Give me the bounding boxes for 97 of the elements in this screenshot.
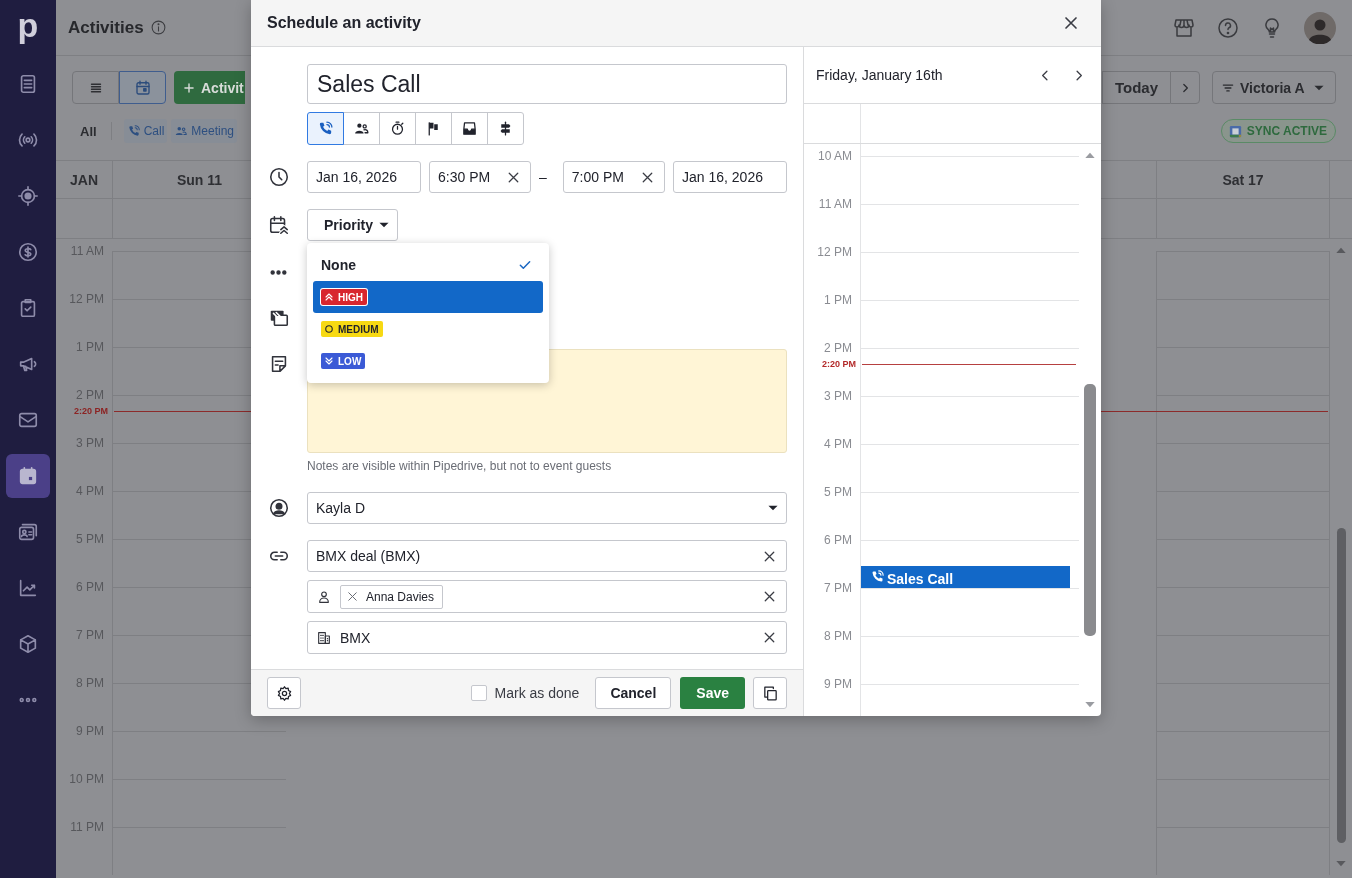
time-label: 1 PM — [824, 292, 852, 308]
time-field[interactable]: 7:00 PM — [562, 161, 665, 193]
day-title: Friday, January 16th — [816, 67, 943, 83]
high-priority-badge: HIGH — [321, 289, 367, 305]
time-label: 9 PM — [824, 676, 852, 692]
time-separator: – — [538, 169, 548, 185]
add-activity-button[interactable]: Activit — [174, 71, 245, 104]
medium-priority-badge: MEDIUM — [321, 321, 383, 337]
caret-icon — [379, 222, 389, 228]
settings-button[interactable] — [267, 677, 301, 709]
dialog-title: Schedule an activity — [267, 14, 421, 32]
scrollbar-thumb[interactable] — [1336, 528, 1346, 843]
time-label: 2 PM — [824, 340, 852, 356]
low-priority-badge: LOW — [321, 353, 366, 369]
list-view-button[interactable] — [72, 71, 119, 104]
phone-icon — [870, 569, 885, 584]
calendar-view-button[interactable] — [119, 71, 166, 104]
stopwatch-icon — [389, 120, 406, 137]
current-time-label: 2:20 PM — [821, 359, 857, 369]
double-chevron-up-icon — [323, 291, 335, 303]
building-icon — [316, 629, 332, 646]
priority-option[interactable]: None — [313, 249, 543, 281]
avatar[interactable] — [1304, 11, 1336, 44]
time-label: 3 PM — [824, 388, 852, 404]
time-label: 11 AM — [818, 196, 852, 212]
date-field[interactable]: Jan 16, 2026 — [673, 161, 787, 193]
time-label: 12 PM — [817, 244, 852, 260]
mark-done-checkbox[interactable] — [470, 685, 487, 701]
time-label: 7 PM — [824, 580, 852, 596]
help-icon[interactable] — [1216, 15, 1240, 40]
calendar-event[interactable]: Sales Call — [861, 566, 1070, 588]
priority-option[interactable]: HIGH — [313, 281, 543, 313]
day-header: Sat 17 — [1156, 161, 1330, 198]
target-icon — [17, 185, 39, 207]
priority-option[interactable]: LOW — [313, 345, 543, 377]
time-label: 6 PM — [824, 532, 852, 548]
duplicate-button[interactable] — [753, 677, 787, 709]
priority-dropdown[interactable]: Priority — [307, 209, 398, 241]
today-button[interactable]: Today — [1102, 71, 1170, 104]
user-filter-button[interactable]: Victoria A — [1212, 71, 1336, 104]
calendar-icon — [17, 465, 39, 487]
month-label: JAN — [69, 170, 99, 190]
activity-type-button[interactable] — [451, 112, 488, 145]
subject-field[interactable]: Sales Call — [307, 64, 787, 104]
remove-icon[interactable] — [345, 589, 360, 604]
notes-hint: Notes are visible within Pipedrive, but not to event guests — [307, 459, 612, 473]
caret-icon — [768, 505, 778, 511]
calendar-icon — [133, 78, 152, 97]
box-icon — [17, 633, 39, 655]
time-label: 5 PM — [824, 484, 852, 500]
scrollbar-thumb[interactable] — [1084, 384, 1096, 636]
circle-icon — [323, 323, 335, 335]
user-icon — [268, 497, 290, 519]
all-filter[interactable]: All — [80, 123, 97, 139]
settings-icon — [275, 684, 293, 702]
inbox-icon — [461, 120, 478, 137]
sync-badge: SYNC ACTIVE — [1220, 119, 1336, 143]
time-label: 4 PM — [824, 436, 852, 452]
caret-icon — [1313, 84, 1324, 91]
time-field[interactable]: 6:30 PM — [429, 161, 532, 193]
person-icon — [316, 588, 332, 605]
person-chip[interactable]: Anna Davies — [340, 584, 444, 609]
organization-field[interactable]: BMX — [307, 621, 787, 654]
copy-icon — [761, 684, 779, 702]
phone-icon — [126, 124, 141, 138]
priority-option[interactable]: MEDIUM — [313, 313, 543, 345]
time-label: 8 PM — [824, 628, 852, 644]
mark-done-label[interactable]: Mark as done — [494, 685, 580, 701]
double-chevron-down-icon — [323, 355, 335, 367]
activity-type-button[interactable] — [487, 112, 524, 145]
people-icon — [174, 124, 189, 138]
more-icon — [270, 269, 287, 275]
sidebar-item[interactable] — [6, 454, 50, 498]
plus-icon — [182, 80, 196, 95]
dollar-icon — [17, 241, 39, 263]
owner-dropdown[interactable]: Kayla D — [307, 492, 787, 524]
info-icon[interactable] — [149, 19, 167, 36]
person-field[interactable]: Anna Davies — [307, 580, 787, 613]
page-title: Activities — [68, 17, 144, 38]
current-time-label: 2:20 PM — [73, 406, 109, 416]
deal-field[interactable]: BMX deal (BMX) — [307, 540, 787, 572]
chart-icon — [17, 577, 39, 599]
calendar-priority-icon — [268, 214, 290, 236]
more-icon — [19, 697, 37, 703]
activity-type-button[interactable] — [379, 112, 416, 145]
clock-icon — [268, 166, 290, 188]
save-button[interactable]: Save — [680, 677, 745, 709]
calendar-logo-icon — [1227, 123, 1243, 139]
time-label: 10 AM — [817, 148, 852, 164]
contact-card-icon — [17, 521, 39, 543]
phone-icon — [317, 120, 334, 137]
cancel-button[interactable]: Cancel — [595, 677, 672, 709]
activity-type-button[interactable] — [343, 112, 380, 145]
activity-type-button[interactable] — [415, 112, 452, 145]
logo[interactable]: p — [0, 0, 56, 56]
option-label: None — [321, 257, 356, 273]
date-field[interactable]: Jan 16, 2026 — [307, 161, 421, 193]
